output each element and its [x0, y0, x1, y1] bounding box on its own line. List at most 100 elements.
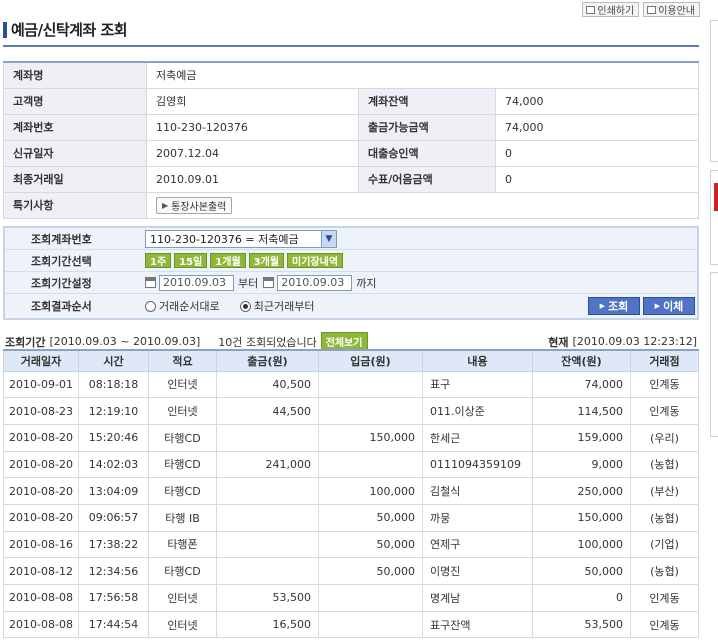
table-header-row: 거래일자 시간 적요 출금(원) 입금(원) 내용 잔액(원) 거래점 — [3, 349, 699, 372]
period-unposted-button[interactable]: 미기장내역 — [287, 253, 344, 268]
transactions-body: 2010-09-01 08:18:18 인터넷 40,500 표구 74,000 인계동 20… — [3, 370, 699, 639]
cell-withdrawal: 44,500 — [216, 397, 319, 425]
special-value-cell: ▶ 통장사본출력 — [146, 191, 699, 219]
cell-withdrawal — [216, 477, 319, 505]
account-number-value: 110-230-120376 — [146, 113, 359, 141]
guide-link-label: 이용안내 — [658, 6, 695, 17]
cell-time: 17:38:22 — [78, 530, 149, 559]
cell-time: 12:34:56 — [78, 557, 149, 585]
now-value: [2010.09.03 12:23:12] — [572, 335, 697, 348]
period-set-label: 조회기간설정 — [31, 276, 92, 290]
header-deposit: 입금(원) — [318, 349, 423, 372]
header-date: 거래일자 — [3, 349, 79, 372]
opened-value: 2007.12.04 — [146, 139, 359, 167]
cell-balance: 250,000 — [532, 477, 631, 505]
cell-balance: 159,000 — [532, 423, 631, 452]
title-divider — [3, 45, 699, 47]
cell-withdrawal — [216, 530, 319, 559]
date-from-input[interactable]: 2010.09.03 — [159, 274, 234, 291]
cell-withdrawal: 53,500 — [216, 584, 319, 612]
cell-memo: 한세근 — [422, 423, 533, 452]
print-link[interactable]: 인쇄하기 — [582, 2, 640, 17]
passbook-print-button[interactable]: ▶ 통장사본출력 — [156, 196, 233, 214]
guide-link[interactable]: 이용안내 — [643, 2, 700, 17]
cell-date: 2010-08-12 — [3, 557, 79, 585]
cell-withdrawal — [216, 557, 319, 585]
cell-balance: 74,000 — [532, 370, 631, 399]
cell-deposit: 50,000 — [318, 557, 423, 585]
account-select[interactable]: 110-230-120376 = 저축예금 ▼ — [145, 229, 337, 248]
cell-withdrawal: 16,500 — [216, 610, 319, 639]
cell-time: 14:02:03 — [78, 450, 149, 479]
table-row: 2010-08-20 13:04:09 타행CD 100,000 김철식 250,000(… — [3, 477, 699, 505]
table-row: 2010-08-23 12:19:10 인터넷 44,500 011.이상준 114,50… — [3, 397, 699, 425]
cell-type: 인터넷 — [148, 397, 217, 425]
search-button[interactable]: ▶ 조회 — [588, 297, 640, 315]
chevron-down-icon[interactable]: ▼ — [321, 230, 336, 247]
to-suffix: 까지 — [356, 276, 377, 290]
calendar-to-icon[interactable] — [263, 277, 275, 288]
passbook-print-label: 통장사본출력 — [171, 201, 227, 213]
order-recent-label[interactable]: 최근거래부터 — [254, 298, 315, 314]
account-select-value: 110-230-120376 = 저축예금 — [150, 232, 299, 246]
cell-deposit — [318, 450, 423, 479]
title-bar-icon — [3, 21, 7, 38]
cell-type: 타행CD — [148, 450, 217, 479]
side-badge — [714, 183, 718, 211]
date-to-input[interactable]: 2010.09.03 — [277, 274, 353, 291]
cell-type: 인터넷 — [148, 584, 217, 612]
last-tx-value: 2010.09.01 — [146, 165, 359, 193]
cell-date: 2010-08-16 — [3, 530, 79, 559]
cell-deposit — [318, 397, 423, 425]
search-row-dates: 조회기간설정 2010.09.03 부터 2010.09.03 까지 — [5, 272, 697, 294]
cell-branch: 인계동 — [630, 584, 699, 612]
arrow-right-icon: ▶ — [162, 200, 169, 210]
period-15days-button[interactable]: 15일 — [174, 253, 208, 268]
order-recent-radio[interactable] — [239, 300, 251, 312]
cell-memo: 명계남 — [422, 584, 533, 612]
calendar-from-icon[interactable] — [145, 277, 156, 288]
side-panel-fragment — [710, 272, 718, 437]
cell-time: 12:19:10 — [78, 397, 149, 425]
cell-branch: (농협) — [630, 450, 699, 479]
table-row: 2010-08-20 15:20:46 타행CD 150,000 한세근 159,000(… — [3, 423, 699, 452]
cell-memo: 011.이상준 — [422, 397, 533, 425]
order-chronological-label[interactable]: 거래순서대로 — [159, 298, 220, 314]
cell-balance: 50,000 — [532, 557, 631, 585]
check-label: 수표/어음금액 — [358, 165, 496, 193]
period-summary-label: 조회기간 — [5, 335, 46, 349]
cell-withdrawal — [216, 503, 319, 532]
special-label: 특기사항 — [3, 191, 147, 219]
from-suffix: 부터 — [238, 276, 259, 290]
cell-branch: 인계동 — [630, 397, 699, 425]
page-title: 예금/신탁계좌 조회 — [3, 19, 128, 40]
print-icon — [586, 5, 596, 14]
cell-type: 인터넷 — [148, 370, 217, 399]
cell-memo: 김철식 — [422, 477, 533, 505]
cell-branch: (농협) — [630, 557, 699, 585]
cell-deposit: 150,000 — [318, 423, 423, 452]
period-select-label: 조회기간선택 — [31, 254, 92, 268]
cell-time: 09:06:57 — [78, 503, 149, 532]
period-1month-button[interactable]: 1개월 — [210, 253, 246, 268]
header-type: 적요 — [148, 349, 217, 372]
period-3months-button[interactable]: 3개월 — [248, 253, 285, 268]
cell-deposit — [318, 584, 423, 612]
table-row: 2010-08-20 09:06:57 타행 IB 50,000 까뭉 150,000 (농… — [3, 503, 699, 532]
cell-type: 타행 IB — [148, 503, 217, 532]
table-row: 2010-09-01 08:18:18 인터넷 40,500 표구 74,000 인계동 — [3, 370, 699, 399]
cell-balance: 100,000 — [532, 530, 631, 559]
header-time: 시간 — [78, 349, 149, 372]
order-chronological-radio[interactable] — [145, 300, 156, 312]
guide-icon — [647, 5, 657, 14]
search-row-account: 조회계좌번호 110-230-120376 = 저축예금 ▼ — [5, 228, 697, 250]
transfer-button[interactable]: ▶ 이체 — [643, 297, 695, 315]
cell-time: 17:56:58 — [78, 584, 149, 612]
cell-date: 2010-08-20 — [3, 477, 79, 505]
cell-memo: 이명진 — [422, 557, 533, 585]
search-row-order: 조회결과순서 거래순서대로 최근거래부터 ▶ 조회 ▶ 이체 — [5, 294, 697, 318]
cell-balance: 9,000 — [532, 450, 631, 479]
withdrawable-value: 74,000 — [495, 113, 699, 141]
period-1week-button[interactable]: 1주 — [145, 253, 172, 268]
cell-type: 타행CD — [148, 557, 217, 585]
